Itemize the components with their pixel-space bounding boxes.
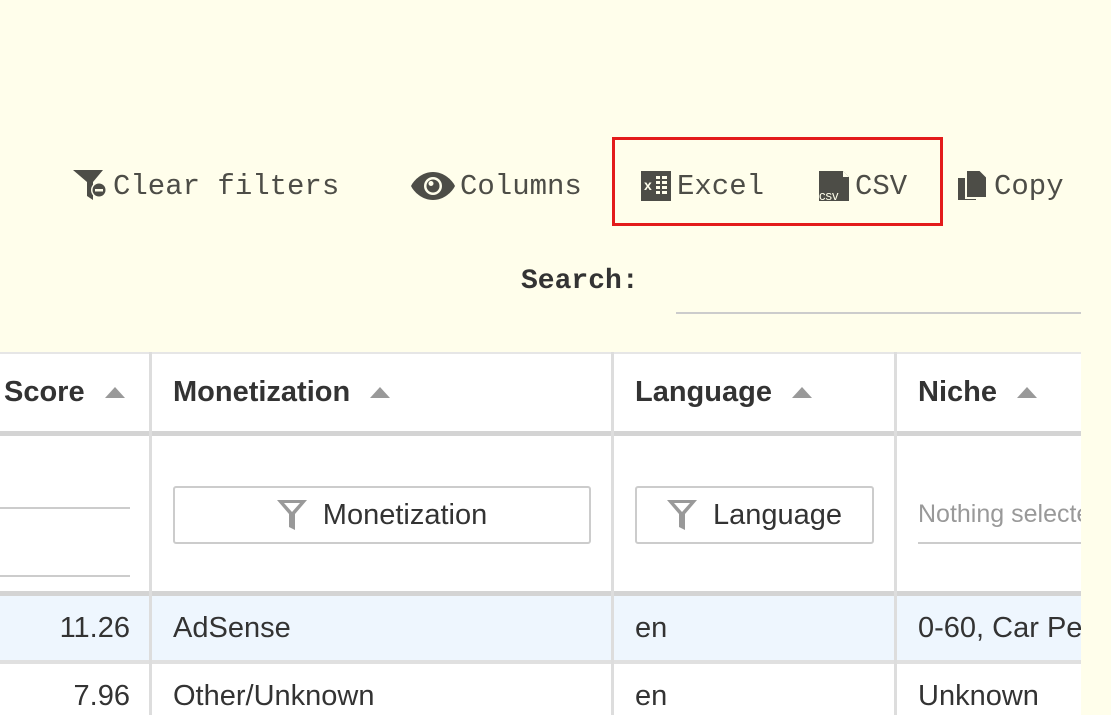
cell-score: 11.26 bbox=[59, 611, 130, 644]
copy-label: Copy bbox=[994, 169, 1064, 203]
header-label: Language bbox=[635, 375, 772, 408]
clear-filters-label: Clear filters bbox=[113, 169, 340, 203]
score-max-filter-input[interactable] bbox=[0, 575, 130, 577]
niche-filter-select[interactable]: Nothing selected bbox=[918, 492, 1081, 536]
data-table: Score Monetization Language Niche Moneti… bbox=[0, 352, 1081, 715]
button-toolbar: Clear filters Columns x Excel csv CSV Co… bbox=[0, 164, 1111, 208]
cell-monetization: Other/Unknown bbox=[173, 679, 375, 712]
header-label: Niche bbox=[918, 375, 997, 408]
column-header-niche[interactable]: Niche bbox=[918, 352, 1037, 432]
cell-niche: 0-60, Car Performance bbox=[918, 611, 1081, 644]
niche-placeholder: Nothing selected bbox=[918, 499, 1081, 528]
header-label: Monetization bbox=[173, 375, 351, 408]
column-header-monetization[interactable]: Monetization bbox=[173, 352, 391, 432]
eye-icon bbox=[411, 172, 455, 200]
filter-icon bbox=[276, 500, 307, 530]
sort-asc-icon bbox=[1016, 386, 1037, 398]
sort-asc-icon bbox=[104, 386, 125, 398]
cell-monetization: AdSense bbox=[173, 611, 291, 644]
score-min-filter-input[interactable] bbox=[0, 507, 130, 509]
cell-niche: Unknown bbox=[918, 679, 1039, 712]
sort-asc-icon bbox=[370, 386, 391, 398]
cell-language: en bbox=[635, 611, 668, 644]
sort-asc-icon bbox=[791, 386, 812, 398]
header-label: Score bbox=[4, 375, 85, 408]
niche-filter-underline bbox=[918, 542, 1081, 544]
filter-label: Monetization bbox=[322, 498, 488, 531]
filter-clear-icon bbox=[73, 170, 107, 200]
cell-score: 7.96 bbox=[73, 679, 130, 712]
cell-language: en bbox=[635, 679, 668, 712]
filter-icon bbox=[666, 500, 697, 530]
language-filter-button[interactable]: Language bbox=[635, 486, 874, 544]
column-header-score[interactable]: Score bbox=[4, 352, 125, 432]
search-label: Search: bbox=[521, 266, 639, 297]
clear-filters-button[interactable]: Clear filters bbox=[73, 164, 339, 208]
columns-label: Columns bbox=[460, 169, 582, 203]
filter-label: Language bbox=[712, 498, 843, 531]
column-header-language[interactable]: Language bbox=[635, 352, 812, 432]
copy-icon bbox=[958, 170, 988, 200]
columns-button[interactable]: Columns bbox=[410, 164, 582, 208]
search-input[interactable] bbox=[676, 276, 1081, 314]
export-buttons-highlight bbox=[612, 137, 943, 226]
copy-button[interactable]: Copy bbox=[958, 164, 1064, 208]
monetization-filter-button[interactable]: Monetization bbox=[173, 486, 591, 544]
